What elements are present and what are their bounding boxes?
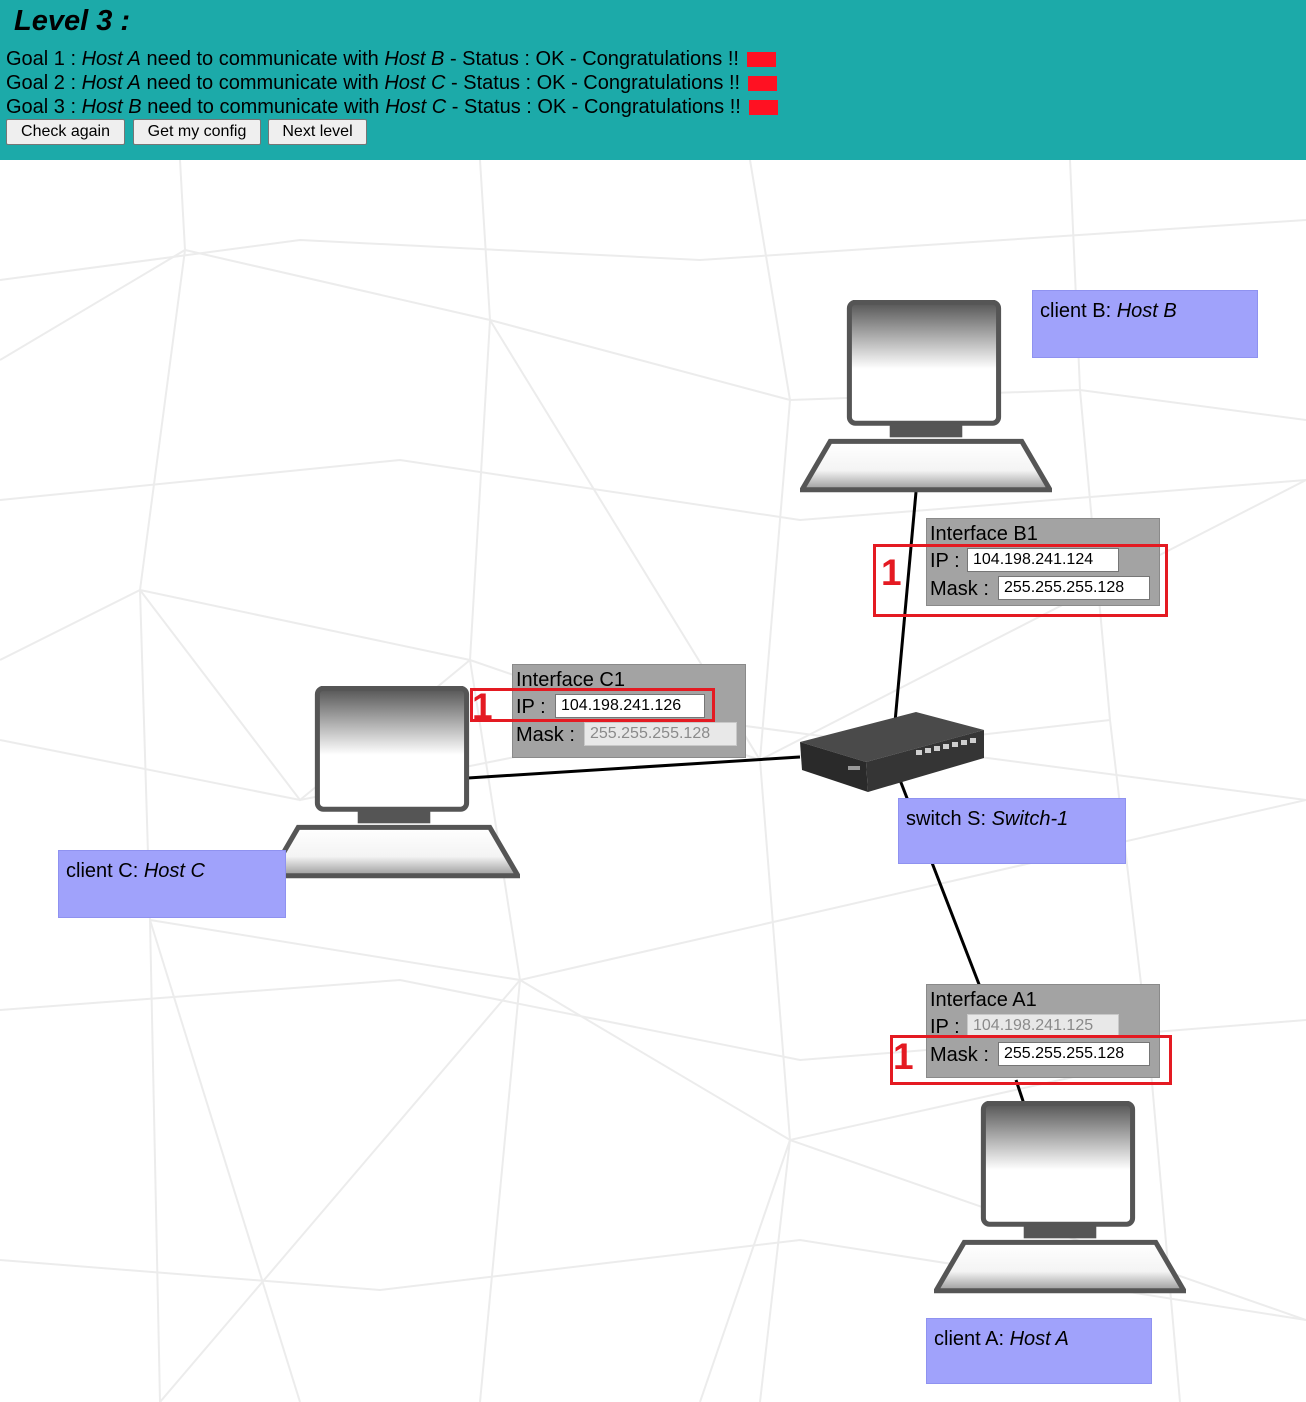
get-config-button[interactable]: Get my config (133, 119, 261, 145)
host-b-computer-icon[interactable] (800, 300, 1052, 494)
level-title: Level 3 : (14, 5, 131, 37)
interface-c1-mask-input[interactable] (584, 722, 737, 746)
interface-a1-title: Interface A1 (930, 989, 1037, 1011)
interface-b1-title: Interface B1 (930, 523, 1038, 545)
highlight-number-b1: 1 (881, 552, 902, 593)
goal-1-status: Goal 1 : Host A need to communicate with… (6, 47, 776, 71)
status-indicator (748, 76, 778, 92)
host-c-label[interactable]: client C: Host C (58, 850, 286, 918)
highlight-number-a1: 1 (893, 1036, 914, 1077)
network-canvas: client B: Host B client C: Host C switch… (0, 160, 1306, 1402)
highlight-box-b1 (873, 544, 1168, 617)
switch-label[interactable]: switch S: Switch-1 (898, 798, 1126, 864)
check-again-button[interactable]: Check again (6, 119, 125, 145)
host-b-label[interactable]: client B: Host B (1032, 290, 1258, 358)
mask-label: Mask : (516, 724, 575, 746)
goal-3-status: Goal 3 : Host B need to communicate with… (6, 95, 778, 119)
highlight-box-a1 (890, 1035, 1172, 1085)
highlight-number-c1: 1 (472, 686, 493, 727)
status-indicator (746, 52, 776, 68)
level-header: Level 3 : Goal 1 : Host A need to commun… (0, 0, 1306, 160)
goal-2-status: Goal 2 : Host A need to communicate with… (6, 71, 778, 95)
host-a-label[interactable]: client A: Host A (926, 1318, 1152, 1384)
status-indicator (748, 100, 778, 116)
next-level-button[interactable]: Next level (268, 119, 367, 145)
highlight-box-c1 (470, 688, 715, 722)
switch-icon[interactable] (796, 710, 988, 796)
host-a-computer-icon[interactable] (934, 1101, 1186, 1295)
